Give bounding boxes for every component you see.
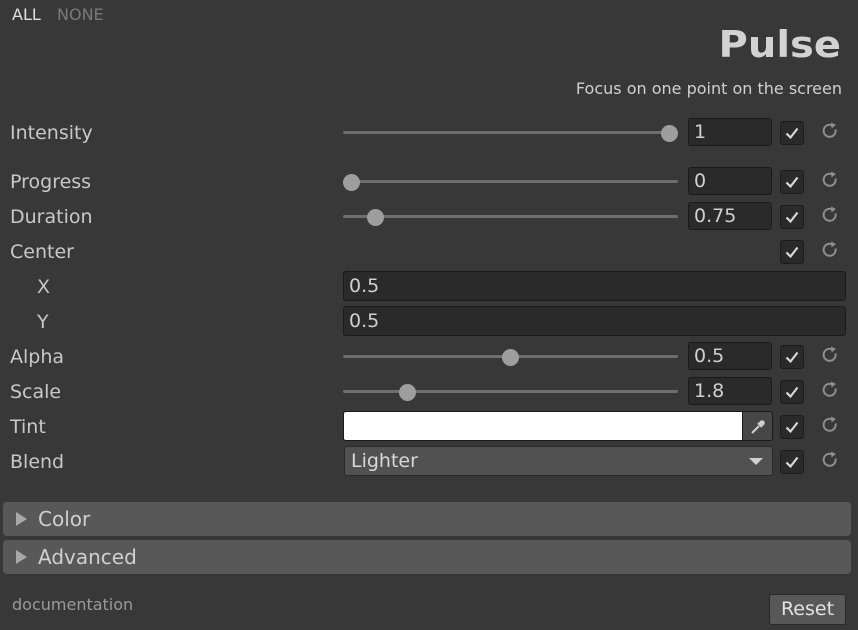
eyedropper-button[interactable] bbox=[743, 411, 773, 441]
duration-slider-thumb[interactable] bbox=[367, 209, 384, 226]
scale-label: Scale bbox=[10, 381, 62, 403]
advanced-section-foldout[interactable]: Advanced bbox=[3, 540, 851, 574]
duration-field[interactable]: 0.75 bbox=[688, 202, 772, 230]
reset-icon[interactable] bbox=[820, 450, 840, 470]
effect-description: Focus on one point on the screen bbox=[575, 79, 842, 98]
intensity-slider-track[interactable] bbox=[343, 131, 678, 134]
progress-slider-track[interactable] bbox=[343, 180, 678, 183]
check-icon bbox=[785, 421, 799, 434]
blend-override-checkbox[interactable] bbox=[780, 450, 804, 474]
triangle-right-icon bbox=[16, 550, 27, 564]
scale-slider-thumb[interactable] bbox=[399, 384, 416, 401]
reset-icon[interactable] bbox=[820, 415, 840, 435]
center-y-label: Y bbox=[37, 311, 49, 333]
scale-slider-track[interactable] bbox=[343, 390, 678, 393]
duration-override-checkbox[interactable] bbox=[780, 205, 804, 229]
check-icon bbox=[785, 386, 799, 399]
reset-icon[interactable] bbox=[820, 380, 840, 400]
color-section-foldout[interactable]: Color bbox=[3, 502, 851, 536]
intensity-label: Intensity bbox=[10, 122, 93, 144]
alpha-label: Alpha bbox=[10, 346, 65, 368]
center-x-label: X bbox=[37, 276, 51, 298]
reset-icon[interactable] bbox=[820, 121, 840, 141]
duration-label: Duration bbox=[10, 206, 93, 228]
progress-field[interactable]: 0 bbox=[688, 167, 772, 195]
advanced-section-label: Advanced bbox=[38, 545, 137, 569]
color-section-label: Color bbox=[38, 507, 91, 531]
intensity-field[interactable]: 1 bbox=[688, 118, 772, 146]
blend-selected-value: Lighter bbox=[351, 450, 418, 472]
progress-override-checkbox[interactable] bbox=[780, 170, 804, 194]
triangle-right-icon bbox=[16, 512, 27, 526]
center-x-field[interactable]: 0.5 bbox=[343, 271, 846, 301]
select-none-link[interactable]: NONE bbox=[57, 5, 104, 24]
check-icon bbox=[785, 211, 799, 224]
tint-color-swatch[interactable] bbox=[343, 411, 743, 441]
blend-dropdown[interactable]: Lighter bbox=[344, 446, 773, 476]
scale-field[interactable]: 1.8 bbox=[688, 377, 772, 405]
blend-label: Blend bbox=[10, 451, 65, 473]
duration-slider-track[interactable] bbox=[343, 215, 678, 218]
check-icon bbox=[785, 351, 799, 364]
center-y-field[interactable]: 0.5 bbox=[343, 306, 846, 336]
documentation-link[interactable]: documentation bbox=[12, 595, 133, 614]
check-icon bbox=[785, 246, 799, 259]
alpha-override-checkbox[interactable] bbox=[780, 345, 804, 369]
check-icon bbox=[785, 456, 799, 469]
center-override-checkbox[interactable] bbox=[780, 240, 804, 264]
reset-icon[interactable] bbox=[820, 240, 840, 260]
tint-label: Tint bbox=[10, 416, 46, 438]
intensity-slider-thumb[interactable] bbox=[661, 125, 678, 142]
reset-icon[interactable] bbox=[820, 345, 840, 365]
chevron-down-icon bbox=[749, 458, 763, 465]
reset-button[interactable]: Reset bbox=[769, 594, 846, 625]
scale-override-checkbox[interactable] bbox=[780, 380, 804, 404]
reset-icon[interactable] bbox=[820, 170, 840, 190]
alpha-field[interactable]: 0.5 bbox=[688, 342, 772, 370]
intensity-override-checkbox[interactable] bbox=[780, 121, 804, 145]
eyedropper-icon bbox=[751, 420, 765, 434]
tint-override-checkbox[interactable] bbox=[780, 415, 804, 439]
progress-label: Progress bbox=[10, 171, 92, 193]
center-label: Center bbox=[10, 241, 74, 263]
progress-slider-thumb[interactable] bbox=[343, 174, 360, 191]
alpha-slider-thumb[interactable] bbox=[502, 349, 519, 366]
check-icon bbox=[785, 176, 799, 189]
select-all-link[interactable]: ALL bbox=[12, 5, 41, 24]
effect-title-logo: Pulse bbox=[718, 23, 841, 67]
reset-icon[interactable] bbox=[820, 205, 840, 225]
check-icon bbox=[785, 127, 799, 140]
